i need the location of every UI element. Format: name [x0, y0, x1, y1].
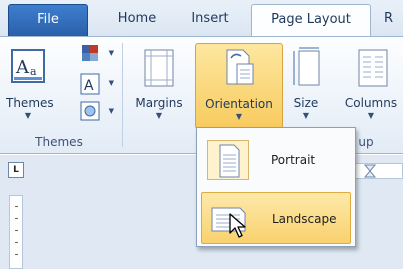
size-button[interactable]: Size ▼: [286, 43, 326, 129]
theme-fonts-icon: A: [80, 73, 100, 95]
menu-item-portrait[interactable]: Portrait: [201, 134, 351, 186]
themes-group-label: Themes: [35, 135, 83, 149]
theme-colors-icon: [82, 45, 98, 61]
columns-label: Columns: [344, 96, 398, 110]
chevron-down-icon: ▼: [108, 79, 114, 87]
tab-page-layout[interactable]: Page Layout: [251, 4, 371, 37]
vertical-ruler: [9, 195, 23, 269]
theme-colors-button[interactable]: ▼: [80, 43, 114, 67]
portrait-label: Portrait: [271, 153, 316, 167]
margins-button[interactable]: Margins ▼: [128, 43, 190, 129]
portrait-icon-frame: [207, 140, 249, 180]
page-setup-group-label: up: [358, 135, 374, 149]
chevron-down-icon: ▼: [108, 49, 114, 57]
svg-text:A: A: [15, 57, 30, 78]
chevron-down-icon: ▼: [24, 111, 32, 120]
chevron-down-icon: ▼: [155, 111, 163, 120]
tab-insert[interactable]: Insert: [180, 4, 240, 36]
ribbon-tab-bar: File Home Insert Page Layout R: [0, 0, 403, 37]
theme-effects-button[interactable]: ▼: [80, 101, 114, 125]
tab-file[interactable]: File: [8, 4, 88, 36]
themes-label: Themes: [6, 96, 54, 110]
tab-home[interactable]: Home: [104, 4, 170, 36]
columns-button[interactable]: Columns ▼: [336, 43, 403, 129]
margins-label: Margins: [135, 96, 183, 110]
size-icon: [293, 47, 320, 86]
group-separator: [122, 43, 123, 147]
indent-marker-icon: [363, 164, 377, 178]
chevron-down-icon: ▼: [367, 111, 375, 120]
orientation-button[interactable]: Orientation ▼: [195, 43, 283, 129]
theme-fonts-button[interactable]: A ▼: [80, 73, 114, 97]
portrait-icon: [219, 144, 240, 178]
chevron-down-icon: ▼: [235, 112, 243, 121]
tab-review[interactable]: R: [384, 4, 403, 36]
orientation-icon: [226, 49, 254, 85]
chevron-down-icon: ▼: [302, 111, 310, 120]
columns-icon: [358, 49, 388, 87]
themes-icon: A a: [11, 49, 45, 83]
size-label: Size: [293, 96, 319, 110]
themes-button[interactable]: A a Themes ▼: [6, 43, 54, 129]
landscape-label: Landscape: [272, 212, 337, 226]
margins-icon: [144, 49, 174, 87]
chevron-down-icon: ▼: [108, 107, 114, 115]
theme-effects-icon: [80, 101, 100, 121]
svg-text:a: a: [30, 65, 37, 78]
mouse-cursor-icon: [229, 213, 246, 238]
svg-text:A: A: [84, 78, 94, 94]
menu-item-landscape[interactable]: Landscape: [201, 192, 351, 244]
tab-selector[interactable]: L: [8, 162, 24, 178]
orientation-menu: Portrait Landscape: [196, 127, 356, 247]
orientation-label: Orientation: [205, 97, 273, 111]
